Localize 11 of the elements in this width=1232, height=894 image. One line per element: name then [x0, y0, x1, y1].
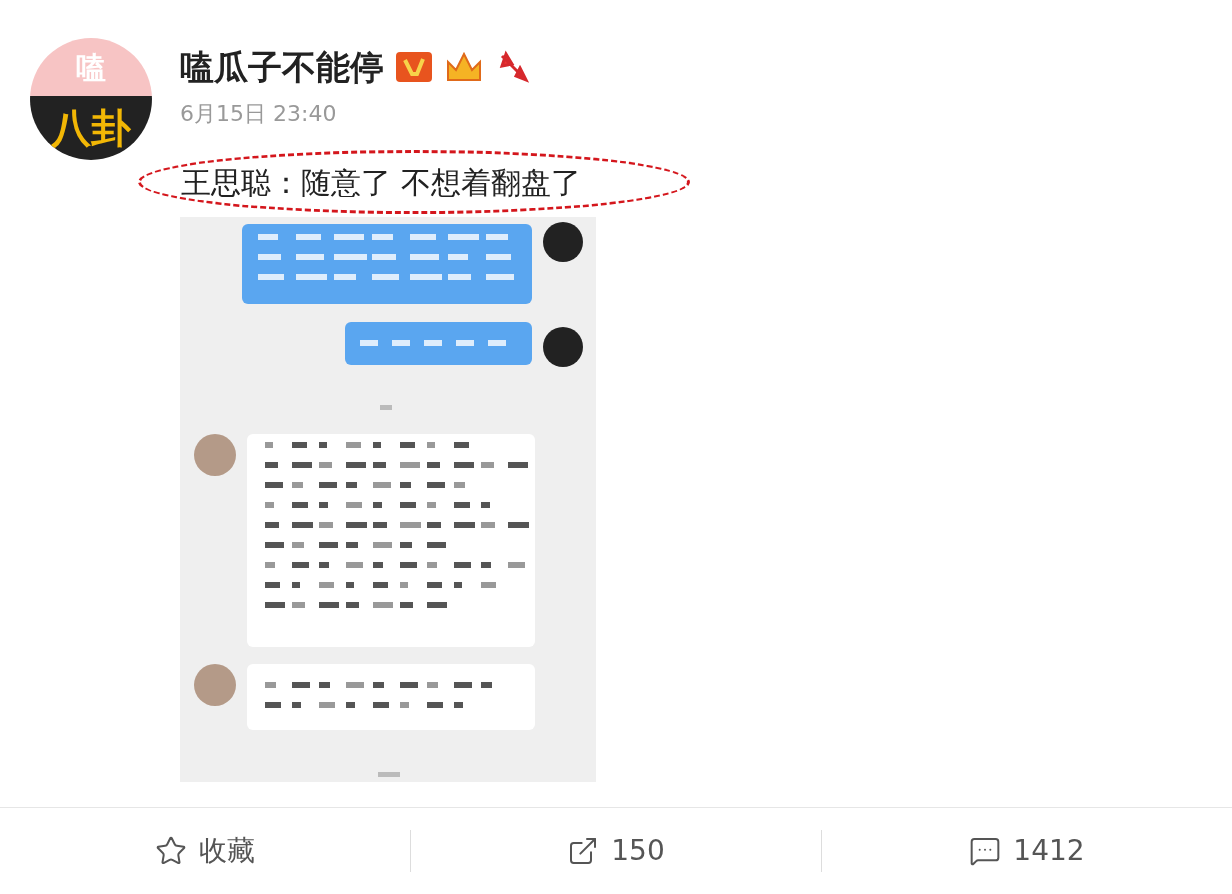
verified-badge-icon: [396, 52, 432, 83]
star-icon: [155, 835, 187, 867]
avatar-text: 嗑: [76, 48, 106, 87]
post-text: 王思聪：随意了 不想着翻盘了: [181, 163, 581, 202]
avatar-text: 八卦: [51, 104, 131, 153]
favorite-button[interactable]: 收藏: [155, 830, 255, 872]
post-date: 6月15日 23:40: [180, 102, 338, 125]
share-button[interactable]: 150: [567, 830, 665, 872]
author-name[interactable]: 嗑瓜子不能停: [180, 46, 384, 89]
comment-icon: [969, 835, 1002, 867]
comment-button[interactable]: 1412: [969, 830, 1085, 872]
